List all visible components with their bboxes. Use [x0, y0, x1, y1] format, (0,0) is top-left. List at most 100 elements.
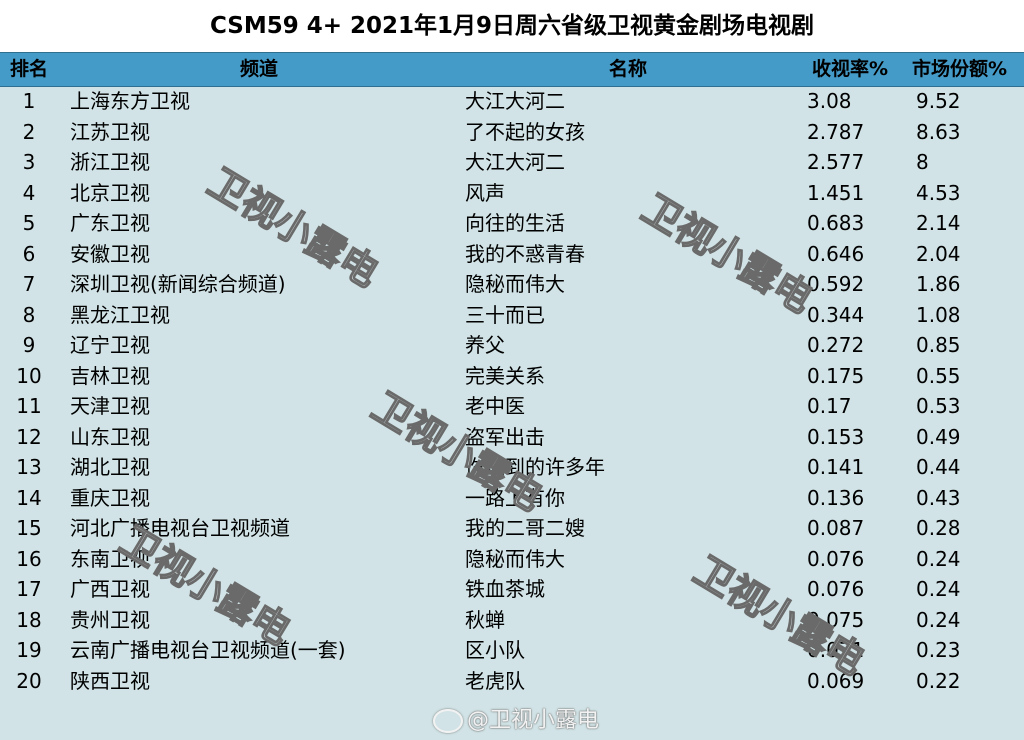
rank-cell: 4	[22, 180, 36, 205]
rank-cell: 19	[16, 638, 42, 662]
channel-cell: 云南广播电视台卫视频道(一套)	[70, 638, 346, 662]
rank-cell: 16	[16, 546, 42, 571]
show-cell: 老虎队	[465, 668, 525, 693]
share-cell: 0.44	[916, 455, 961, 479]
channel-cell: 东南卫视	[70, 546, 150, 571]
show-cell: 向往的生活	[465, 211, 565, 235]
share-cell: 8.63	[916, 119, 961, 144]
share-cell: 8	[916, 150, 929, 174]
channel-cell: 吉林卫视	[70, 363, 150, 388]
rating-cell: 0.136	[807, 485, 865, 510]
show-cell: 大江大河二	[465, 150, 565, 174]
show-cell: 铁血茶城	[465, 577, 545, 601]
table-row: 4 北京卫视 风声 1.451 4.53	[0, 178, 1024, 209]
channel-cell: 湖北卫视	[70, 455, 150, 479]
show-cell: 了不起的女孩	[465, 119, 585, 144]
rank-cell: 10	[16, 363, 42, 388]
show-cell: 养父	[465, 333, 505, 357]
rank-cell: 5	[22, 211, 36, 235]
table-row: 2 江苏卫视 了不起的女孩 2.787 8.63	[0, 117, 1024, 148]
channel-cell: 江苏卫视	[70, 119, 150, 144]
show-cell: 老中医	[465, 394, 525, 418]
rank-cell: 14	[16, 485, 42, 510]
rating-cell: 0.071	[807, 638, 865, 662]
share-cell: 0.24	[916, 607, 961, 632]
show-cell: 你迟到的许多年	[465, 455, 605, 479]
rank-cell: 2	[22, 119, 36, 144]
rank-cell: 11	[16, 394, 42, 418]
rating-cell: 0.175	[807, 363, 865, 388]
rating-cell: 2.787	[807, 119, 865, 144]
table-header: 排名 频道 名称 收视率% 市场份额%	[0, 52, 1024, 87]
channel-cell: 重庆卫视	[70, 485, 150, 510]
share-cell: 0.53	[916, 394, 961, 418]
rank-cell: 3	[22, 150, 36, 174]
rating-cell: 0.076	[807, 577, 865, 601]
table-row: 19 云南广播电视台卫视频道(一套) 区小队 0.071 0.23	[0, 635, 1024, 666]
header-share: 市场份额%	[912, 58, 1008, 80]
show-cell: 完美关系	[465, 363, 545, 388]
rank-cell: 12	[16, 424, 42, 449]
show-cell: 盗军出击	[465, 424, 545, 449]
rating-cell: 0.075	[807, 607, 865, 632]
channel-cell: 浙江卫视	[70, 150, 150, 174]
rank-cell: 18	[16, 607, 42, 632]
header-rating: 收视率%	[812, 58, 889, 80]
show-cell: 我的二哥二嫂	[465, 516, 585, 540]
rating-cell: 0.17	[807, 394, 852, 418]
table-row: 3 浙江卫视 大江大河二 2.577 8	[0, 147, 1024, 178]
rank-cell: 6	[22, 241, 36, 266]
rating-cell: 0.646	[807, 241, 865, 266]
share-cell: 1.08	[916, 302, 961, 327]
table-row: 8 黑龙江卫视 三十而已 0.344 1.08	[0, 300, 1024, 331]
table-row: 17 广西卫视 铁血茶城 0.076 0.24	[0, 574, 1024, 605]
channel-cell: 广东卫视	[70, 211, 150, 235]
rating-cell: 0.153	[807, 424, 865, 449]
rank-cell: 1	[22, 89, 36, 113]
share-cell: 9.52	[916, 89, 961, 113]
show-cell: 三十而已	[465, 302, 545, 327]
rank-cell: 20	[16, 668, 42, 693]
header-show: 名称	[609, 58, 648, 80]
rank-cell: 7	[22, 272, 36, 296]
channel-cell: 安徽卫视	[70, 241, 150, 266]
channel-cell: 广西卫视	[70, 577, 150, 601]
rating-cell: 2.577	[807, 150, 865, 174]
share-cell: 0.24	[916, 546, 961, 571]
rating-cell: 3.08	[807, 89, 852, 113]
show-cell: 区小队	[465, 638, 525, 662]
rating-cell: 0.141	[807, 455, 865, 479]
channel-cell: 贵州卫视	[70, 607, 150, 632]
table-row: 12 山东卫视 盗军出击 0.153 0.49	[0, 422, 1024, 453]
share-cell: 2.14	[916, 211, 961, 235]
share-cell: 1.86	[916, 272, 961, 296]
channel-cell: 北京卫视	[70, 180, 150, 205]
share-cell: 0.55	[916, 363, 961, 388]
rank-cell: 17	[16, 577, 42, 601]
table-row: 16 东南卫视 隐秘而伟大 0.076 0.24	[0, 544, 1024, 575]
table-row: 14 重庆卫视 一路上有你 0.136 0.43	[0, 483, 1024, 514]
table-row: 15 河北广播电视台卫视频道 我的二哥二嫂 0.087 0.28	[0, 513, 1024, 544]
weibo-icon	[433, 709, 463, 733]
rating-cell: 0.683	[807, 211, 865, 235]
share-cell: 0.85	[916, 333, 961, 357]
rank-cell: 9	[22, 333, 36, 357]
show-cell: 一路上有你	[465, 485, 565, 510]
share-cell: 0.49	[916, 424, 961, 449]
rating-cell: 0.069	[807, 668, 865, 693]
table-row: 10 吉林卫视 完美关系 0.175 0.55	[0, 361, 1024, 392]
rating-cell: 0.272	[807, 333, 865, 357]
show-cell: 隐秘而伟大	[465, 546, 565, 571]
share-cell: 2.04	[916, 241, 961, 266]
weibo-handle: @卫视小露电	[467, 708, 600, 733]
rank-cell: 8	[22, 302, 36, 327]
table-row: 20 陕西卫视 老虎队 0.069 0.22	[0, 666, 1024, 697]
share-cell: 0.23	[916, 638, 961, 662]
table-row: 13 湖北卫视 你迟到的许多年 0.141 0.44	[0, 452, 1024, 483]
table-row: 18 贵州卫视 秋蝉 0.075 0.24	[0, 605, 1024, 636]
show-cell: 大江大河二	[465, 89, 565, 113]
channel-cell: 河北广播电视台卫视频道	[70, 516, 290, 540]
table-row: 7 深圳卫视(新闻综合频道) 隐秘而伟大 0.592 1.86	[0, 269, 1024, 300]
share-cell: 0.22	[916, 668, 961, 693]
share-cell: 4.53	[916, 180, 961, 205]
